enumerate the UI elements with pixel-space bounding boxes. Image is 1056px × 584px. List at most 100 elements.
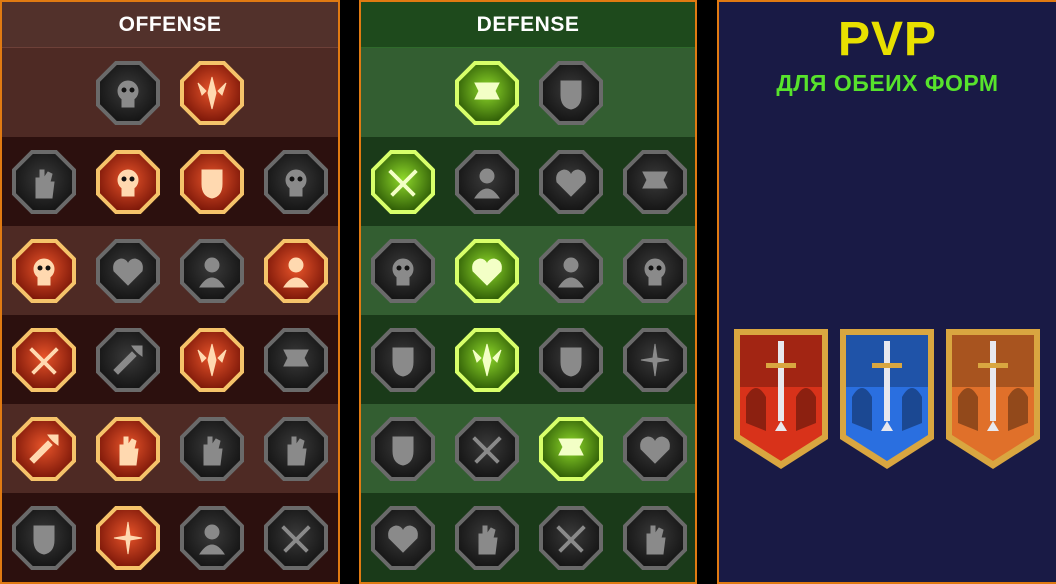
dashing-runner-icon (375, 421, 431, 477)
triple-skull-icon (100, 421, 156, 477)
spiked-skull-icon (268, 510, 324, 566)
horned-demon-icon (16, 154, 72, 210)
bull-head-icon (627, 332, 683, 388)
axe-strike-icon (184, 332, 240, 388)
bleeding-sword-icon (16, 332, 72, 388)
offense-talent-node[interactable] (264, 328, 328, 392)
offense-talent-node[interactable] (96, 506, 160, 570)
offense-talent-node[interactable] (12, 328, 76, 392)
defense-talent-node[interactable] (539, 239, 603, 303)
defense-tier-row (361, 493, 695, 582)
radiant-skull-icon (543, 421, 599, 477)
defense-talent-node[interactable] (623, 506, 687, 570)
fist-hammer-icon (100, 332, 156, 388)
defense-title: DEFENSE (361, 2, 695, 48)
offense-talent-node[interactable] (264, 150, 328, 214)
crossed-blades-icon (627, 154, 683, 210)
crowned-warrior-icon (375, 510, 431, 566)
offense-talent-node[interactable] (264, 506, 328, 570)
pvp-panel: PVP ДЛЯ ОБЕИХ ФОРМ (717, 0, 1056, 584)
defense-talent-node[interactable] (455, 328, 519, 392)
defense-talent-node[interactable] (623, 239, 687, 303)
cracked-heart-icon (268, 154, 324, 210)
defense-talent-node[interactable] (455, 150, 519, 214)
defense-talent-node[interactable] (623, 417, 687, 481)
pvp-subtitle: ДЛЯ ОБЕИХ ФОРМ (776, 70, 999, 96)
blue-triple-swords-banner-icon (838, 327, 936, 471)
crossed-swords-knights-banner-icon (944, 327, 1042, 471)
offense-talent-node[interactable] (264, 417, 328, 481)
offense-talent-node[interactable] (180, 150, 244, 214)
deflect-hand-icon (627, 421, 683, 477)
raised-fist-icon (543, 65, 599, 121)
defense-talent-node[interactable] (539, 417, 603, 481)
knight-shield-icon (459, 243, 515, 299)
sparkling-sword-icon (16, 510, 72, 566)
offense-tier-row (2, 315, 338, 404)
defense-talent-node[interactable] (539, 328, 603, 392)
dagger-shield-icon (184, 421, 240, 477)
defense-talent-node[interactable] (371, 239, 435, 303)
offense-talent-node[interactable] (180, 61, 244, 125)
offense-talent-node[interactable] (12, 417, 76, 481)
offense-talent-node[interactable] (180, 506, 244, 570)
heart-skull-icon (543, 243, 599, 299)
defense-talent-node[interactable] (539, 150, 603, 214)
offense-talent-node[interactable] (96, 239, 160, 303)
claw-marks-icon (459, 421, 515, 477)
offense-talent-node[interactable] (180, 417, 244, 481)
offense-talent-node[interactable] (264, 239, 328, 303)
offense-talent-node[interactable] (12, 506, 76, 570)
defense-talent-node[interactable] (455, 239, 519, 303)
defense-talent-node[interactable] (455, 61, 519, 125)
offense-talent-node[interactable] (96, 328, 160, 392)
defense-talent-node[interactable] (455, 506, 519, 570)
heart-organ-icon (459, 154, 515, 210)
defense-tier-row (361, 404, 695, 493)
arrow-volley-icon (16, 421, 72, 477)
defense-talent-node[interactable] (623, 150, 687, 214)
defense-talent-node[interactable] (371, 417, 435, 481)
crowd-figures-icon (375, 332, 431, 388)
slashing-blades-icon (184, 65, 240, 121)
bearded-warrior-icon (543, 510, 599, 566)
muscled-figure-icon (268, 421, 324, 477)
lightning-chains-icon (268, 332, 324, 388)
horned-beast-icon (184, 510, 240, 566)
defense-talent-node[interactable] (623, 328, 687, 392)
defense-talent-node[interactable] (371, 328, 435, 392)
offense-tier-row (2, 48, 338, 137)
pvp-title: PVP (837, 13, 938, 66)
red-knights-sword-banner-icon (732, 327, 830, 471)
defense-tier-row (361, 48, 695, 137)
offense-talent-node[interactable] (12, 239, 76, 303)
offense-talent-node[interactable] (96, 61, 160, 125)
offense-tier-row (2, 137, 338, 226)
winged-shield-icon (459, 510, 515, 566)
offense-panel: OFFENSE (0, 0, 340, 584)
armored-golem-icon (543, 154, 599, 210)
defense-talent-node[interactable] (455, 417, 519, 481)
scythe-hand-icon (268, 243, 324, 299)
defense-talent-node[interactable] (539, 506, 603, 570)
offense-talent-node[interactable] (180, 239, 244, 303)
sword-burst-icon (100, 154, 156, 210)
hourglass-sun-icon (459, 332, 515, 388)
crossed-swords-icon (100, 65, 156, 121)
offense-tier-row (2, 493, 338, 582)
offense-talent-node[interactable] (180, 328, 244, 392)
offense-talent-node[interactable] (96, 150, 160, 214)
offense-tier-row (2, 404, 338, 493)
skull-cloak-icon (184, 243, 240, 299)
defense-talent-node[interactable] (539, 61, 603, 125)
offense-talent-node[interactable] (12, 150, 76, 214)
arrows-pierced-figure-icon (16, 243, 72, 299)
offense-talent-node[interactable] (96, 417, 160, 481)
defense-tier-row (361, 137, 695, 226)
offense-tier-row (2, 226, 338, 315)
defense-tier-row (361, 315, 695, 404)
hooded-head-icon (627, 243, 683, 299)
defense-talent-node[interactable] (371, 150, 435, 214)
defense-tier-row (361, 226, 695, 315)
defense-talent-node[interactable] (371, 506, 435, 570)
